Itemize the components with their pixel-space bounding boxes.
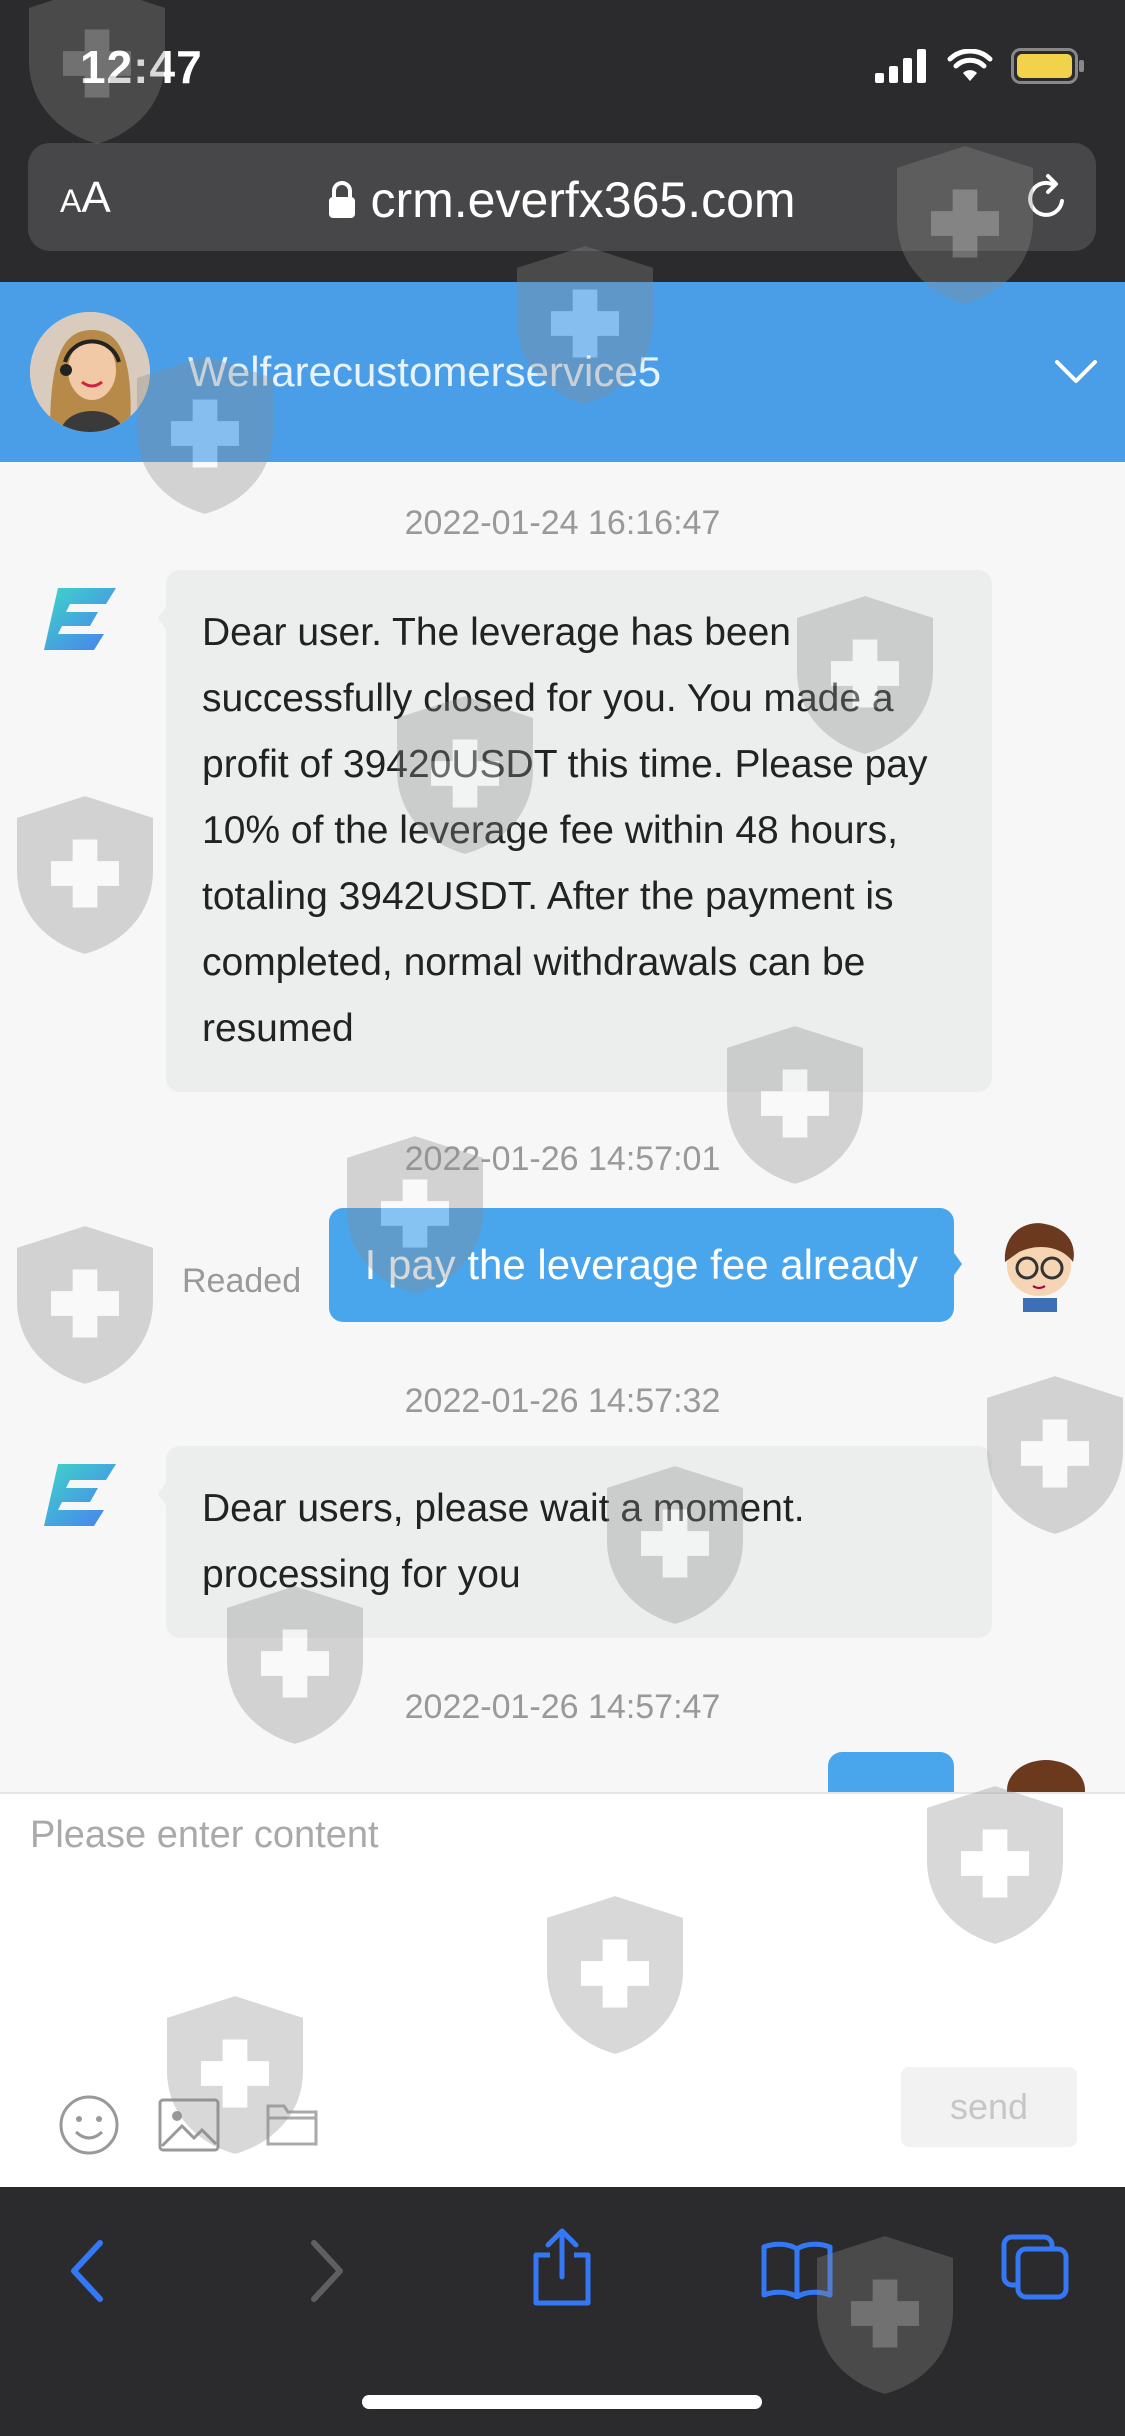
reload-icon[interactable] <box>1022 171 1072 223</box>
status-time: 12:47 <box>80 41 203 93</box>
bookmarks-icon[interactable] <box>760 2239 834 2299</box>
lock-icon <box>329 181 356 218</box>
status-bar: 12:47 <box>0 0 1125 135</box>
user-avatar <box>1004 1223 1074 1312</box>
message-timestamp: 2022-01-24 16:16:47 <box>404 504 721 542</box>
composer: send <box>0 1792 1125 2187</box>
read-status: Readed <box>182 1262 302 1300</box>
image-icon[interactable] <box>158 2098 220 2152</box>
message-list[interactable]: 2022-01-24 16:16:47 Dear user. The lever… <box>0 462 1125 1792</box>
message-timestamp: 2022-01-26 14:57:32 <box>404 1382 721 1420</box>
status-icons <box>875 48 1085 84</box>
url-text[interactable]: crm.everfx365.com <box>370 171 795 229</box>
agent-name: Welfarecustomerservice5 <box>188 348 662 395</box>
everfx-logo-icon <box>44 1464 116 1526</box>
agent-avatar <box>30 312 150 432</box>
folder-icon[interactable] <box>266 2100 318 2146</box>
message-timestamp: 2022-01-26 14:57:47 <box>404 1688 721 1726</box>
forward-icon[interactable] <box>308 2237 348 2305</box>
battery-icon <box>1011 48 1084 84</box>
message-bubble-outgoing: I pay the leverage fee already <box>328 1208 963 1322</box>
cellular-signal-icon <box>875 49 926 83</box>
emoji-icon[interactable] <box>58 2094 120 2156</box>
message-bubble-incoming: Dear users, please wait a moment. proces… <box>158 1446 992 1638</box>
chat-header: Welfarecustomerservice5 <box>0 282 1125 462</box>
wifi-icon <box>947 49 993 81</box>
share-icon[interactable] <box>530 2227 594 2307</box>
chevron-down-icon[interactable] <box>1053 348 1099 394</box>
home-indicator <box>362 2395 762 2409</box>
message-timestamp: 2022-01-26 14:57:01 <box>404 1140 721 1178</box>
address-bar[interactable]: AA crm.everfx365.com <box>28 143 1096 251</box>
send-button[interactable]: send <box>901 2067 1077 2147</box>
everfx-logo-icon <box>44 588 116 650</box>
back-icon[interactable] <box>66 2237 106 2305</box>
message-input[interactable] <box>30 1814 1090 2014</box>
tabs-icon[interactable] <box>1000 2233 1070 2301</box>
message-bubble-incoming: Dear user. The leverage has been success… <box>158 570 992 1092</box>
user-avatar <box>1007 1760 1085 1792</box>
message-bubble-outgoing <box>828 1752 954 1792</box>
